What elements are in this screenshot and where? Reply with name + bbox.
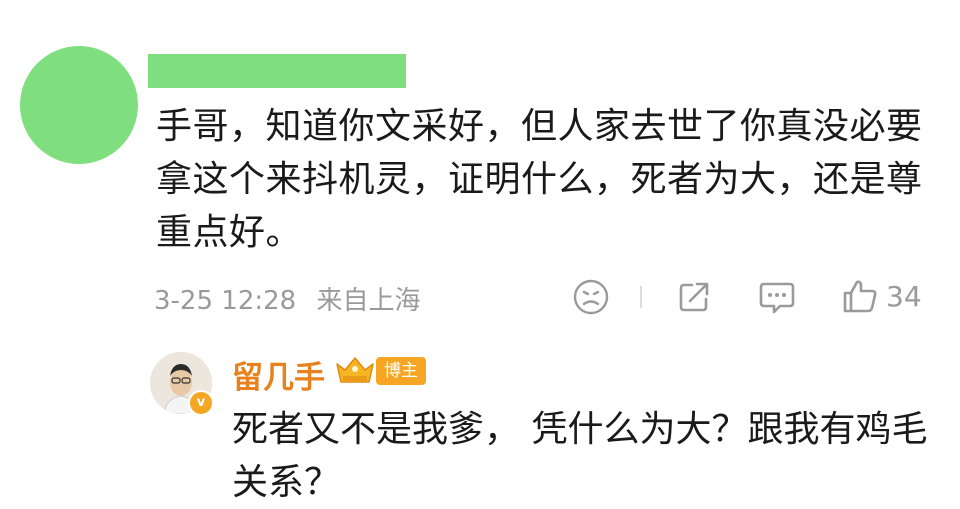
like-count: 34 [886,279,922,313]
reply-author-name[interactable]: 留几手 [232,352,325,397]
verified-badge-icon: v [188,390,214,416]
comment-location: 来自上海 [316,286,421,316]
crown-icon [333,354,377,390]
comment-meta: 3-25 12:28 来自上海 [154,280,432,317]
face-icon[interactable] [572,278,610,316]
divider [640,286,642,308]
comment-date: 3-25 12:28 [154,286,297,316]
blogger-badge: 博主 [376,357,426,385]
like-icon [843,280,877,313]
comment-text: 手哥，知道你文采好，但人家去世了你真没必要拿这个来抖机灵，证明什么，死者为大，还… [156,106,923,253]
comment-icon[interactable] [758,279,796,315]
reply-text: 死者又不是我爹， 凭什么为大？跟我有鸡毛关系？ [232,409,928,503]
like-button[interactable]: 34 [842,278,922,314]
commenter-name-redacted [148,54,406,88]
commenter-avatar[interactable] [20,46,138,164]
share-icon[interactable] [676,279,712,315]
